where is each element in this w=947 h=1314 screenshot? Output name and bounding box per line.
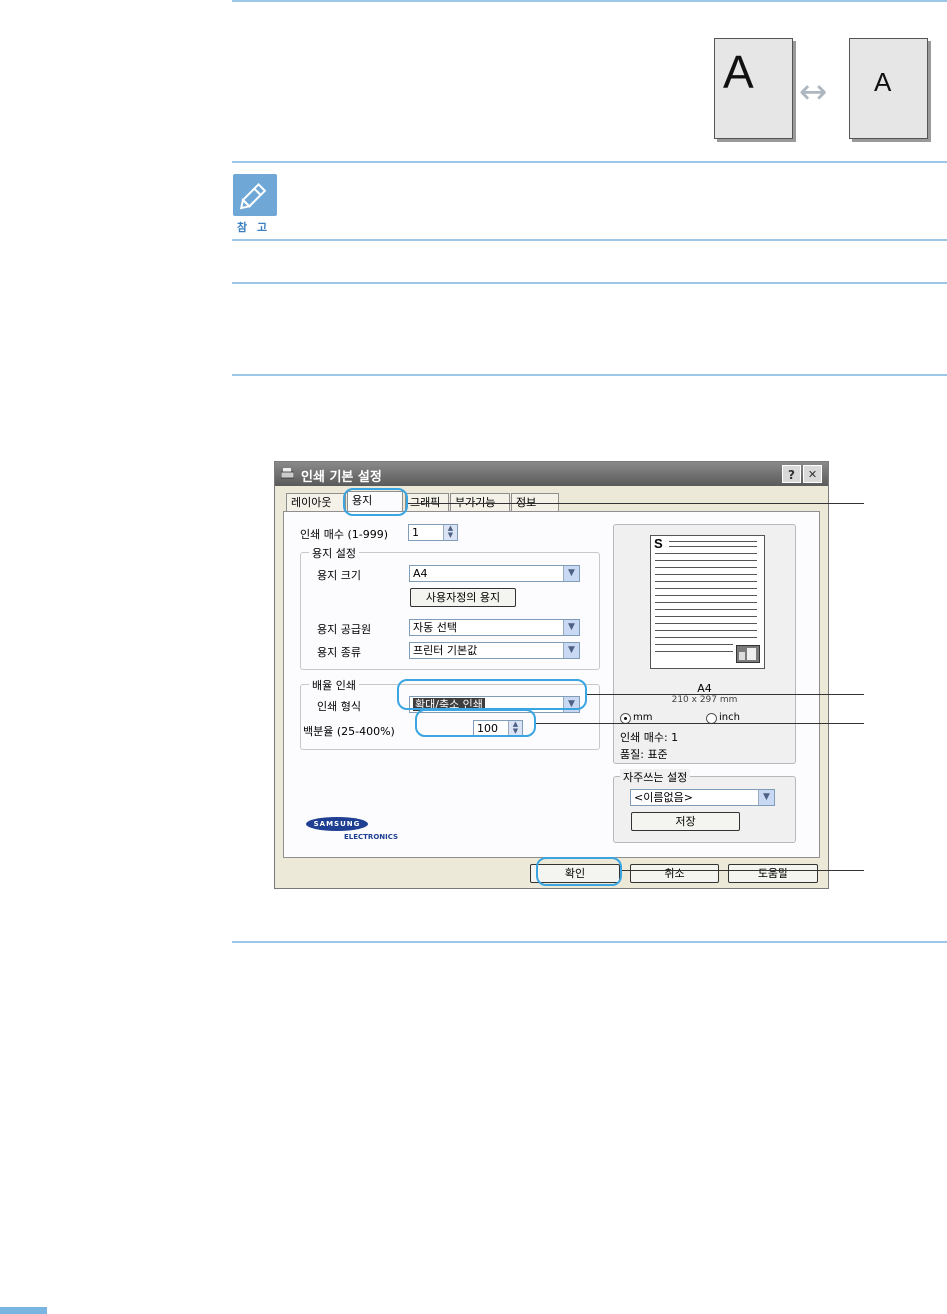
preview-line xyxy=(655,644,733,645)
divider-line xyxy=(232,282,947,284)
preview-line xyxy=(655,623,757,624)
highlight-paper-tab xyxy=(343,488,408,516)
preview-line xyxy=(655,651,733,652)
preview-line xyxy=(655,560,757,561)
tab-about[interactable]: 정보 xyxy=(511,493,559,511)
preview-copies-text: 인쇄 매수: 1 xyxy=(620,731,679,744)
preview-line xyxy=(655,630,757,631)
divider-line xyxy=(232,374,947,376)
preview-line xyxy=(655,637,757,638)
copies-spinner[interactable]: 1 ▲ ▼ xyxy=(408,524,458,541)
favorites-select[interactable]: <이름없음> ▼ xyxy=(630,789,775,806)
callout-line xyxy=(536,723,864,724)
page-marker xyxy=(0,1307,47,1314)
unit-inch-label: inch xyxy=(719,712,740,723)
preview-line xyxy=(655,595,757,596)
callout-line xyxy=(622,870,864,871)
close-button[interactable]: ✕ xyxy=(803,465,822,483)
preview-line xyxy=(655,602,757,603)
divider-line xyxy=(232,941,947,943)
favorites-value: <이름없음> xyxy=(634,791,693,804)
paper-size-label: 용지 크기 xyxy=(317,569,361,582)
tab-graphics[interactable]: 그래픽 xyxy=(405,493,449,511)
tab-layout[interactable]: 레이아웃 xyxy=(286,493,346,511)
resize-arrow-icon: ↔ xyxy=(799,72,828,112)
layout-thumbnail-icon xyxy=(736,645,760,663)
highlight-print-type xyxy=(397,679,587,710)
paper-size-value: A4 xyxy=(413,567,428,580)
preview-quality-text: 품질: 표준 xyxy=(620,748,668,761)
paper-size-select[interactable]: A4 ▼ xyxy=(409,565,580,582)
paper-type-label: 용지 종류 xyxy=(317,646,361,659)
paper-settings-group: 용지 설정 용지 크기 A4 ▼ 사용자정의 용지 용지 공급원 자동 선택 ▼… xyxy=(300,545,600,670)
preview-line xyxy=(655,609,757,610)
paper-source-label: 용지 공급원 xyxy=(317,623,372,636)
preview-paper-dims: 210 x 297 mm xyxy=(671,695,738,703)
print-type-label: 인쇄 형식 xyxy=(317,700,361,713)
preview-line xyxy=(669,546,757,547)
chevron-down-icon[interactable]: ▼ xyxy=(563,620,579,635)
copies-label: 인쇄 매수 (1-999) xyxy=(300,528,389,541)
preview-area: S A4 210 x 297 mm mm inch 인쇄 매수: 1 품질: 표… xyxy=(613,524,796,764)
chevron-down-icon[interactable]: ▼ xyxy=(563,643,579,658)
samsung-brand: SAMSUNG xyxy=(313,820,361,828)
divider-line xyxy=(232,161,947,163)
samsung-sub: ELECTRONICS xyxy=(344,833,399,841)
cancel-button[interactable]: 취소 xyxy=(630,864,719,883)
scaling-title: 배율 인쇄 xyxy=(309,677,359,693)
chevron-down-icon[interactable]: ▼ xyxy=(758,790,774,805)
tab-extras[interactable]: 부가기능 xyxy=(450,493,510,511)
printer-icon xyxy=(280,467,295,480)
divider-line xyxy=(232,0,947,2)
copies-value: 1 xyxy=(412,526,419,539)
unit-mm-label: mm xyxy=(633,712,653,723)
illustration-page-small: A xyxy=(849,38,928,139)
preview-page: S xyxy=(650,535,765,669)
paper-type-select[interactable]: 프린터 기본값 ▼ xyxy=(409,642,580,659)
callout-line xyxy=(408,503,864,504)
paper-type-value: 프린터 기본값 xyxy=(413,644,478,657)
paper-source-select[interactable]: 자동 선택 ▼ xyxy=(409,619,580,636)
spinner-arrows-icon[interactable]: ▲ ▼ xyxy=(443,525,457,540)
favorites-title: 자주쓰는 설정 xyxy=(620,769,691,785)
preview-line xyxy=(655,581,757,582)
preview-line xyxy=(655,567,757,568)
divider-line xyxy=(232,239,947,241)
help-button[interactable]: 도움말 xyxy=(728,864,818,883)
highlight-ok-button xyxy=(536,857,622,886)
paper-settings-title: 용지 설정 xyxy=(309,545,359,561)
illustration-letter-small: A xyxy=(874,67,892,97)
save-favorite-button[interactable]: 저장 xyxy=(631,812,740,831)
pencil-note-icon xyxy=(233,174,277,216)
print-preferences-dialog: 인쇄 기본 설정 ? ✕ 레이아웃 용지 그래픽 부가기능 정보 인쇄 매수 (… xyxy=(274,461,829,889)
illustration-page-large: A xyxy=(714,38,793,139)
highlight-percentage xyxy=(415,709,536,737)
custom-paper-button[interactable]: 사용자정의 용지 xyxy=(410,588,516,607)
chevron-down-icon[interactable]: ▼ xyxy=(563,566,579,581)
preview-letter: S xyxy=(654,536,663,551)
samsung-logo: SAMSUNG xyxy=(306,817,368,831)
layout-thumbnail-cell xyxy=(747,648,756,660)
preview-line xyxy=(655,574,757,575)
preview-line xyxy=(669,541,757,542)
favorites-group: 자주쓰는 설정 <이름없음> ▼ 저장 xyxy=(613,769,796,843)
dialog-titlebar: 인쇄 기본 설정 ? ✕ xyxy=(275,462,828,486)
preview-line xyxy=(655,588,757,589)
preview-line xyxy=(655,616,757,617)
layout-thumbnail-cell xyxy=(739,652,745,660)
help-title-button[interactable]: ? xyxy=(782,465,801,483)
illustration-letter-large: A xyxy=(723,46,754,98)
note-label: 참 고 xyxy=(237,221,271,234)
percentage-label: 백분율 (25-400%) xyxy=(303,725,395,738)
preview-line xyxy=(655,553,757,554)
paper-source-value: 자동 선택 xyxy=(413,621,457,634)
callout-line xyxy=(587,694,864,695)
dialog-title: 인쇄 기본 설정 xyxy=(301,470,382,485)
